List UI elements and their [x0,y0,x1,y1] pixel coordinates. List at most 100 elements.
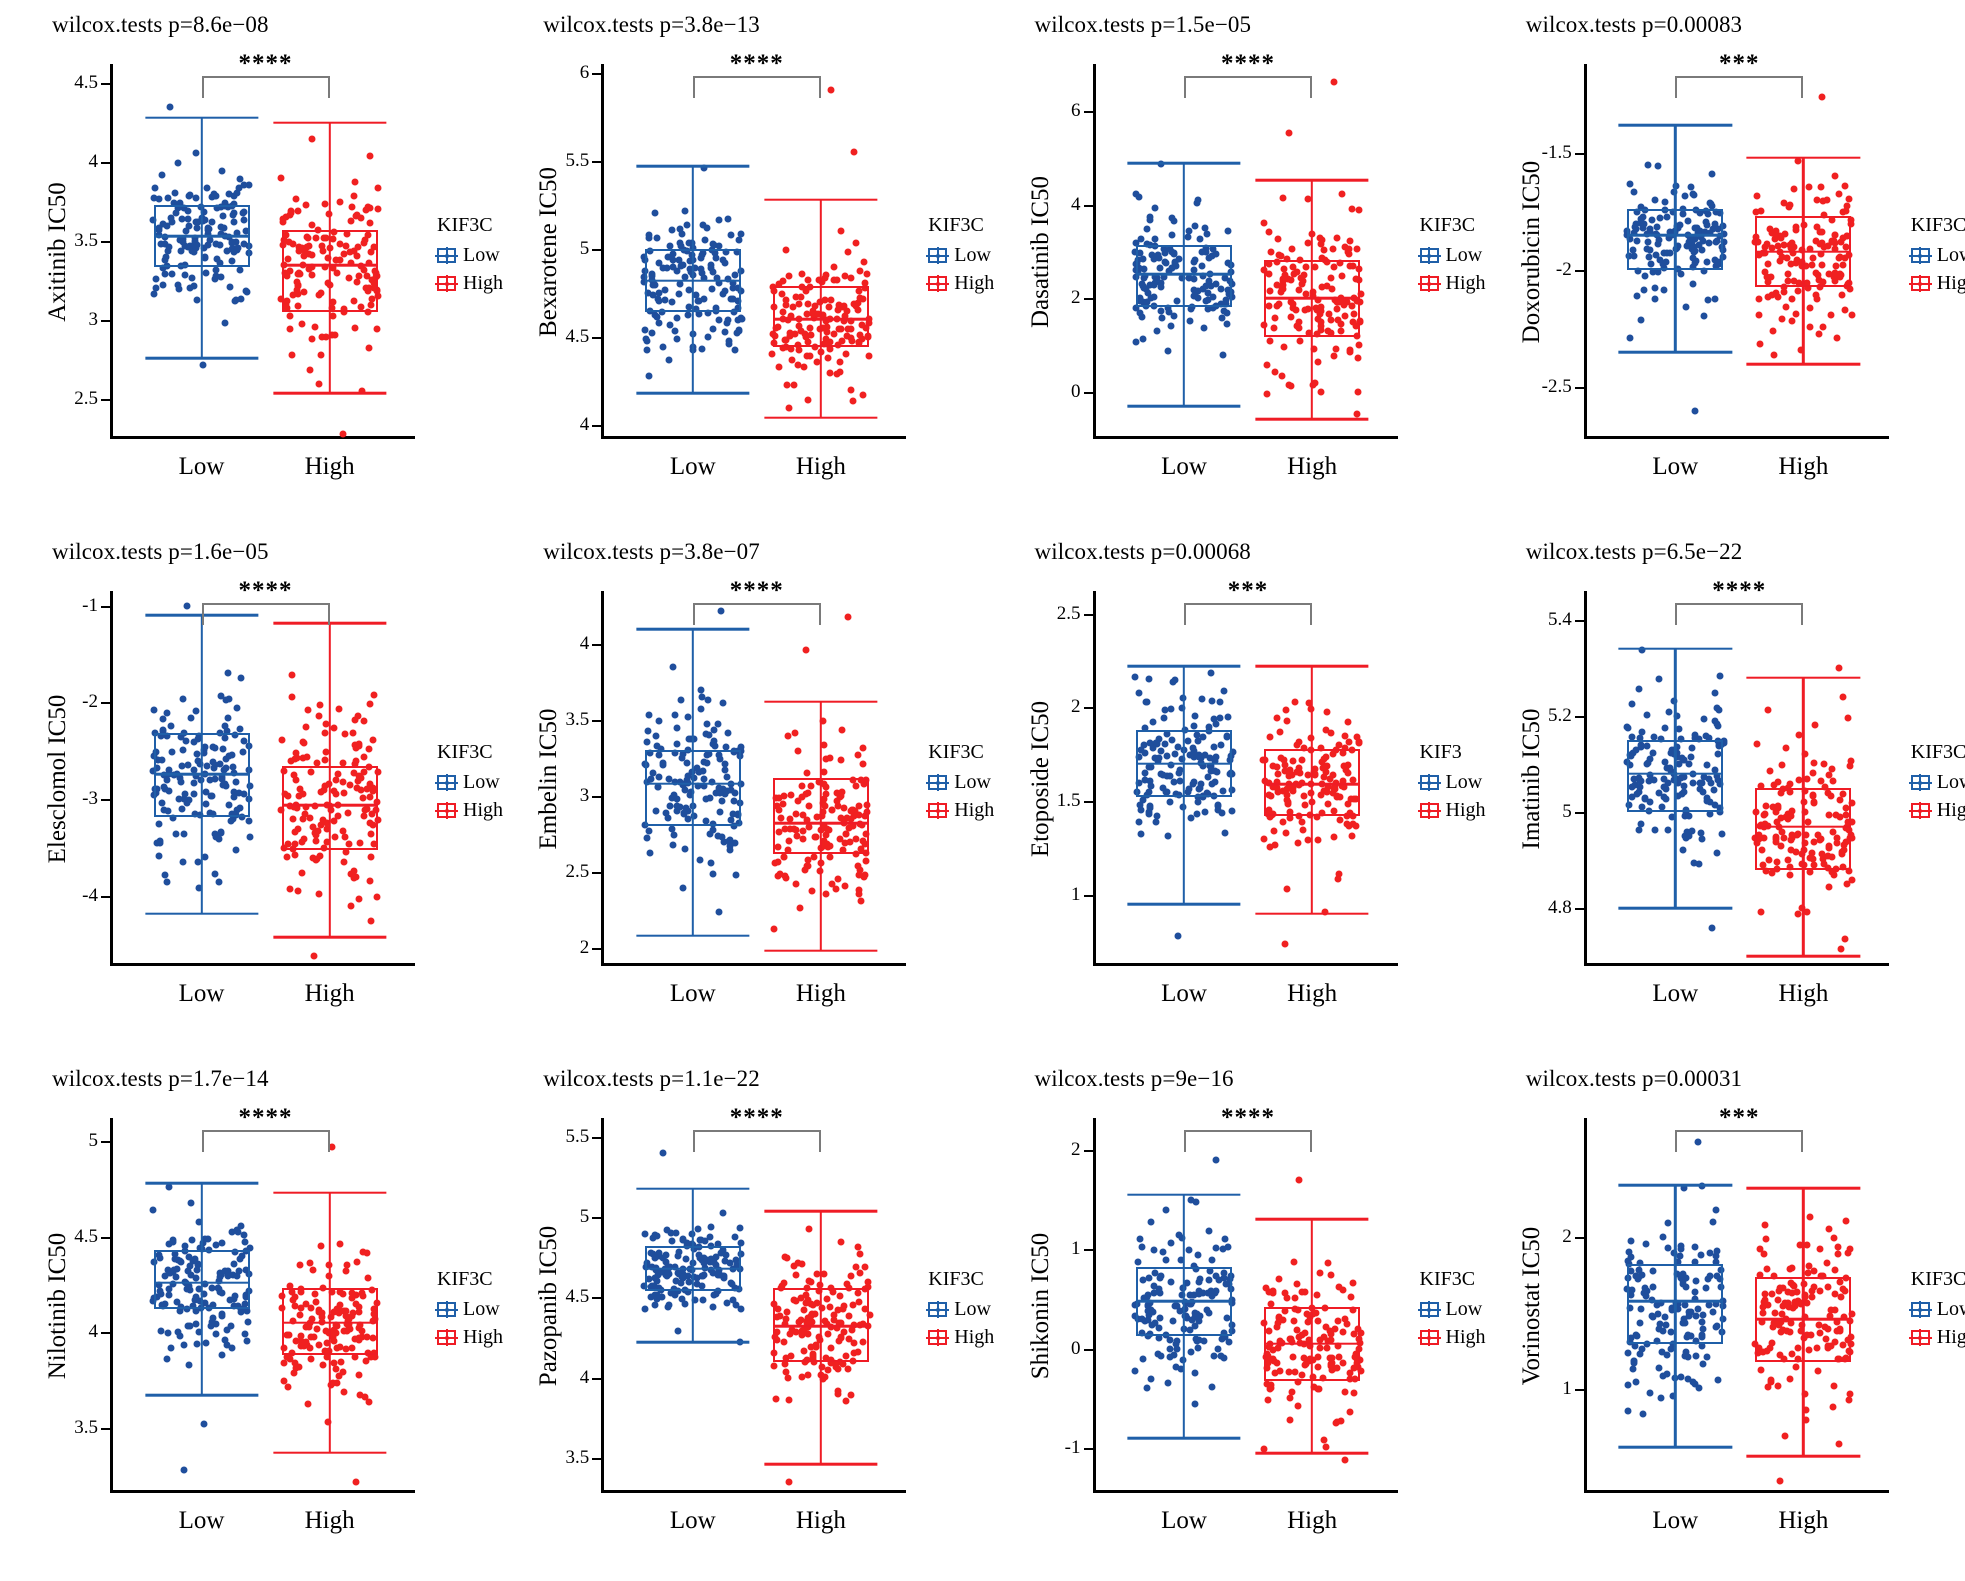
legend-item-high[interactable]: High [926,1326,994,1349]
data-point [1629,1365,1637,1373]
x-tick-label-low: Low [178,980,225,1007]
legend-item-low[interactable]: Low [435,771,503,794]
median-line [1136,1299,1232,1303]
x-tick-label-high: High [795,453,846,480]
legend-item-low[interactable]: Low [1417,244,1486,267]
legend-item-high[interactable]: High [1908,1326,1965,1349]
outlier-point [1285,129,1293,137]
y-axis-line [601,591,605,966]
data-point [1324,1259,1332,1267]
legend-item-high[interactable]: High [1908,272,1965,295]
data-point [1348,205,1356,213]
data-point [150,706,158,714]
whisker-cap [1127,664,1241,668]
panel-title: wilcox.tests p=3.8e−07 [543,539,760,564]
data-point [659,343,667,351]
data-point [1339,1286,1347,1294]
data-point [1334,875,1342,883]
legend-item-low[interactable]: Low [926,244,994,267]
data-point [1167,1239,1175,1247]
data-point [830,263,838,271]
legend-item-high[interactable]: High [926,272,994,295]
y-tick [592,1457,602,1460]
data-point [860,873,868,881]
legend-item-label: High [1445,272,1486,294]
legend-item-low[interactable]: Low [1908,244,1965,267]
panel-imatinib: wilcox.tests p=6.5e−22 4.8 5 5.2 5.4 **** Imat… [1492,539,1965,1054]
data-point [1624,724,1632,732]
y-tick-label: 5.4 [1548,608,1572,630]
legend-item-high[interactable]: High [1417,1326,1486,1349]
data-point [286,211,294,219]
legend-item-low[interactable]: Low [435,1298,503,1321]
data-point [1345,245,1353,253]
legend-item-low[interactable]: Low [1417,771,1486,794]
data-point [1316,1269,1324,1277]
data-point [724,729,732,737]
whisker-cap [1127,902,1241,906]
data-point [1760,1250,1768,1258]
data-point [783,381,791,389]
legend-item-label: Low [954,244,991,266]
legend-item-high[interactable]: High [1417,799,1486,822]
legend-item-low[interactable]: Low [435,244,503,267]
legend-box-icon [926,247,950,264]
data-point [1136,309,1144,317]
data-point [296,1261,304,1269]
data-point [1282,706,1290,714]
legend-item-low[interactable]: Low [1908,1298,1965,1321]
legend-item-low[interactable]: Low [926,771,994,794]
data-point [1700,715,1708,723]
data-point [1691,731,1699,739]
legend-box-icon [435,247,458,264]
data-point [1131,673,1139,681]
data-point [808,887,816,895]
y-tick-label: 5 [1562,801,1572,823]
median-line [281,803,378,807]
data-point [1201,808,1209,816]
legend-box-icon [1417,247,1441,264]
legend-item-high[interactable]: High [435,1326,503,1349]
y-tick [101,799,110,802]
data-point [1323,708,1331,716]
data-point [1162,1206,1170,1214]
legend-item-high[interactable]: High [1417,272,1486,295]
data-point [342,1267,350,1275]
whisker-cap [1127,162,1241,165]
data-point [1770,351,1778,359]
legend: KIF3C Low High [1908,741,1965,827]
x-axis-line [110,963,415,966]
data-point [155,852,163,860]
data-point [826,369,834,377]
legend-item-low[interactable]: Low [926,1298,994,1321]
legend-item-high[interactable]: High [1908,799,1965,822]
median-line [1264,782,1361,786]
data-point [1819,323,1827,331]
y-tick-label: 1 [1071,883,1081,905]
data-point [699,1296,707,1304]
data-point [1635,826,1643,833]
data-point [1333,234,1341,242]
data-point [1624,1407,1632,1415]
x-tick-label-high: High [304,453,355,480]
data-point [1624,1349,1632,1357]
data-point [1689,280,1697,288]
legend-item-low[interactable]: Low [1908,771,1965,794]
data-point [286,325,294,333]
data-point [1153,327,1161,335]
legend-item-low[interactable]: Low [1417,1298,1486,1321]
outlier-point [1776,1477,1784,1485]
legend-item-high[interactable]: High [926,799,994,822]
legend-box-icon [1908,1329,1932,1346]
data-point [1637,316,1645,324]
data-point [1806,1213,1814,1221]
legend-item-high[interactable]: High [435,272,503,295]
data-point [280,1377,288,1385]
data-point [1640,286,1648,294]
data-point [709,325,717,333]
legend-item-high[interactable]: High [435,799,503,822]
whisker-cap [636,1187,750,1190]
data-point [225,190,233,198]
plot-area: -1 0 1 2 **** [1065,1104,1398,1493]
data-point [181,271,189,279]
